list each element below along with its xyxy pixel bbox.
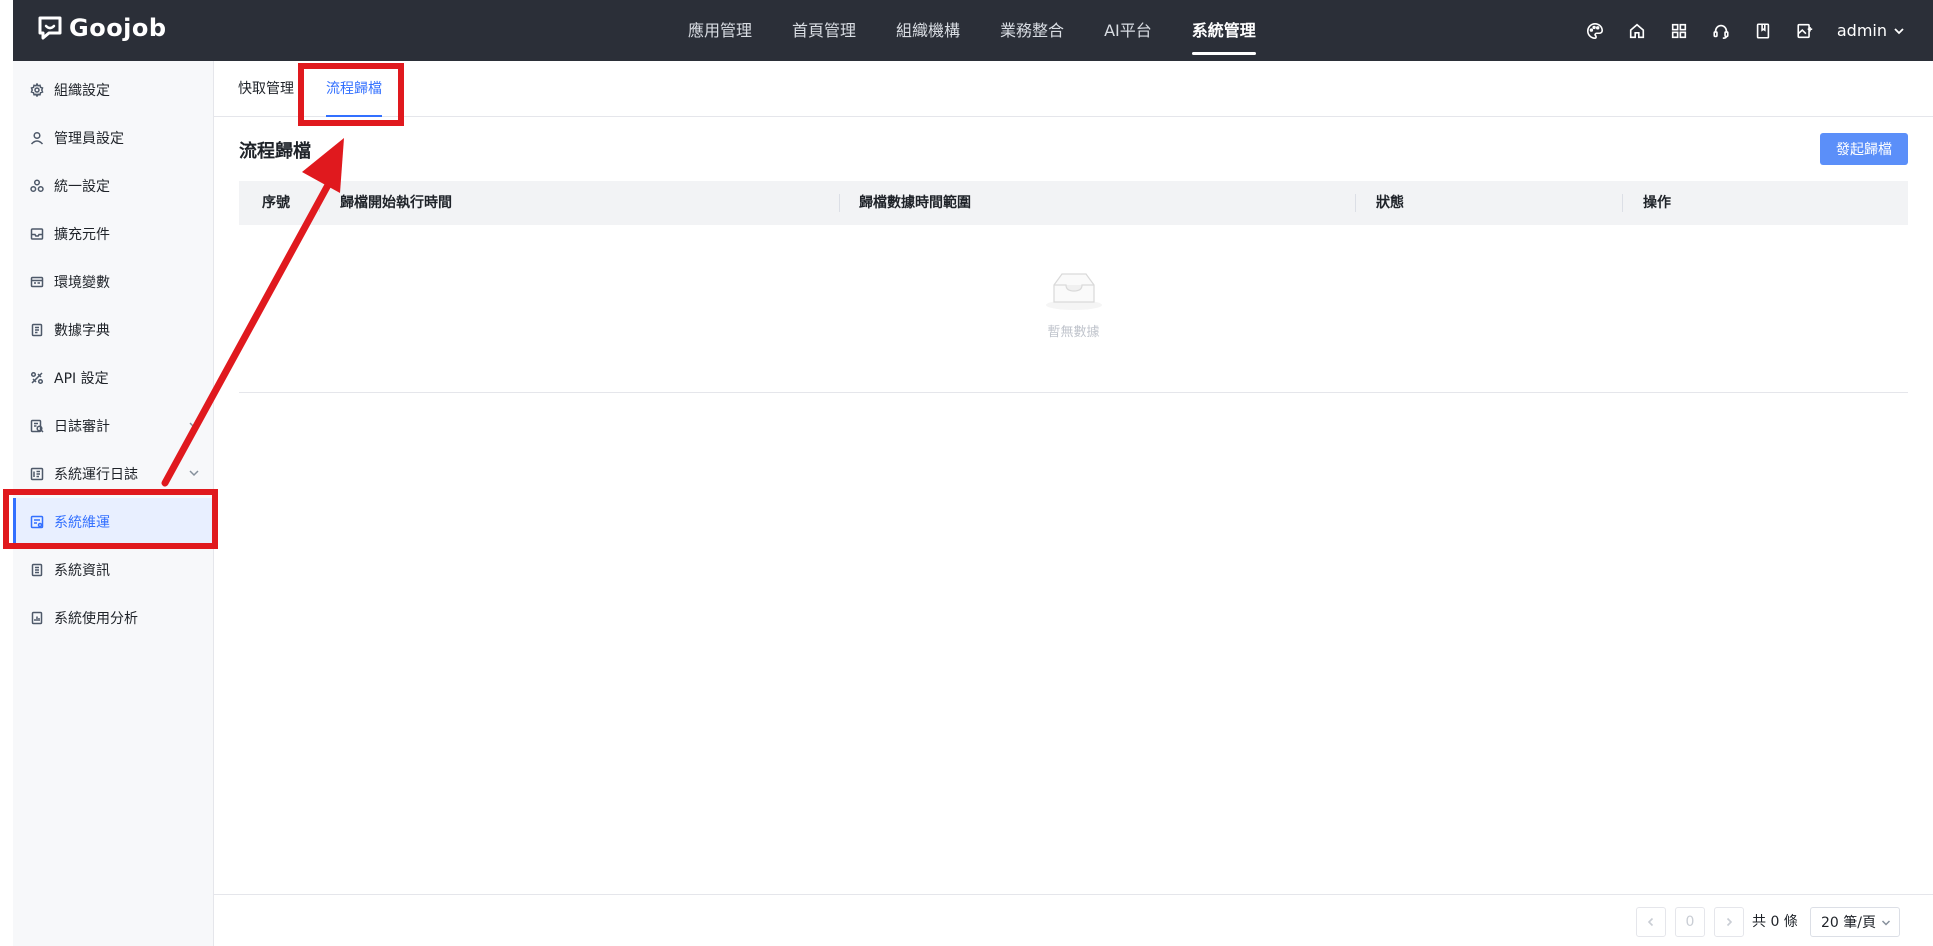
archive-table: 序號 歸檔開始執行時間 歸檔數據時間範圍 狀態 操作 暫無數據 <box>239 181 1908 393</box>
page-number-input[interactable]: 0 <box>1675 907 1705 937</box>
book-icon[interactable] <box>1753 21 1773 41</box>
empty-state: 暫無數據 <box>239 269 1908 340</box>
inbox-icon <box>29 226 45 242</box>
top-bar: Goojob 應用管理 首頁管理 組織機構 業務整合 AI平台 系統管理 adm… <box>13 0 1933 61</box>
start-archive-button[interactable]: 發起歸檔 <box>1820 133 1908 165</box>
sidebar-item-label: 系統資訊 <box>54 563 110 579</box>
sidebar-item-usage-analysis[interactable]: 系統使用分析 <box>13 594 214 642</box>
logo[interactable]: Goojob <box>37 14 167 42</box>
next-page-button[interactable] <box>1714 907 1744 937</box>
api-icon <box>29 370 45 386</box>
topnav-item-homepage[interactable]: 首頁管理 <box>772 0 876 61</box>
cluster-icon <box>29 178 45 194</box>
sidebar-item-label: 系統使用分析 <box>54 611 138 627</box>
sidebar-item-env-variables[interactable]: 環境變數 <box>13 258 214 306</box>
sidebar-item-org-settings[interactable]: 組織設定 <box>13 66 214 114</box>
sidebar-item-system-info[interactable]: 系統資訊 <box>13 546 214 594</box>
user-icon <box>29 130 45 146</box>
chevron-left-icon <box>1647 917 1654 927</box>
sidebar-item-label: 統一設定 <box>54 179 110 195</box>
sidebar-item-label: 擴充元件 <box>54 227 110 243</box>
highlight-box-sidebar <box>3 489 218 549</box>
sidebar-item-log-audit[interactable]: 日誌審計 <box>13 402 214 450</box>
top-nav: 應用管理 首頁管理 組織機構 業務整合 AI平台 系統管理 <box>668 0 1276 61</box>
chevron-down-icon <box>188 467 200 479</box>
column-divider <box>1355 194 1356 212</box>
apps-grid-icon[interactable] <box>1669 21 1689 41</box>
sidebar-item-api-settings[interactable]: API 設定 <box>13 354 214 402</box>
topnav-item-integration[interactable]: 業務整合 <box>980 0 1084 61</box>
palette-icon[interactable] <box>1585 21 1605 41</box>
column-header-data-range[interactable]: 歸檔數據時間範圍 <box>859 181 971 225</box>
tab-cache-management[interactable]: 快取管理 <box>238 61 294 117</box>
sidebar-item-admin-settings[interactable]: 管理員設定 <box>13 114 214 162</box>
topnav-item-ai-platform[interactable]: AI平台 <box>1084 0 1172 61</box>
sidebar-item-extensions[interactable]: 擴充元件 <box>13 210 214 258</box>
chevron-down-icon <box>1894 27 1904 34</box>
empty-text: 暫無數據 <box>1047 325 1100 340</box>
sidebar-item-label: 日誌審計 <box>54 419 110 435</box>
sidebar-item-unified-settings[interactable]: 統一設定 <box>13 162 214 210</box>
dictionary-icon <box>29 322 45 338</box>
highlight-box-tab <box>298 63 404 126</box>
page-title: 流程歸檔 <box>239 141 311 162</box>
sidebar-item-data-dictionary[interactable]: 數據字典 <box>13 306 214 354</box>
prev-page-button[interactable] <box>1636 907 1666 937</box>
tab-bar: 快取管理 流程歸檔 <box>214 61 1933 117</box>
chevron-down-icon <box>1881 920 1891 926</box>
pagination: 0 共 0 條 20 筆/頁 <box>214 894 1933 946</box>
sidebar-item-label: API 設定 <box>54 371 109 387</box>
sidebar-item-label: 數據字典 <box>54 323 110 339</box>
topnav-item-apps[interactable]: 應用管理 <box>668 0 772 61</box>
column-divider <box>319 194 320 212</box>
page-size-value: 20 筆/頁 <box>1821 915 1876 931</box>
header-toolbar: admin <box>1585 0 1905 61</box>
env-icon <box>29 274 45 290</box>
empty-box-icon <box>1045 273 1102 310</box>
column-divider <box>1622 194 1623 212</box>
user-name: admin <box>1836 21 1887 40</box>
log-icon <box>29 466 45 482</box>
column-divider <box>839 194 840 212</box>
column-header-index[interactable]: 序號 <box>262 181 290 225</box>
logo-text: Goojob <box>69 14 167 42</box>
pagination-total: 共 0 條 <box>1752 914 1798 930</box>
sidebar-item-label: 環境變數 <box>54 275 110 291</box>
sidebar-item-label: 管理員設定 <box>54 131 124 147</box>
column-header-actions[interactable]: 操作 <box>1643 181 1671 225</box>
headset-icon[interactable] <box>1711 21 1731 41</box>
sidebar-item-label: 系統運行日誌 <box>54 467 138 483</box>
chevron-down-icon <box>188 419 200 431</box>
app-window: Goojob 應用管理 首頁管理 組織機構 業務整合 AI平台 系統管理 adm… <box>13 0 1933 946</box>
analysis-icon <box>29 610 45 626</box>
logo-icon <box>38 16 62 40</box>
sidebar-item-label: 組織設定 <box>54 83 110 99</box>
column-header-status[interactable]: 狀態 <box>1376 181 1404 225</box>
topnav-item-organization[interactable]: 組織機構 <box>876 0 980 61</box>
topnav-item-system[interactable]: 系統管理 <box>1172 0 1276 61</box>
info-doc-icon <box>29 562 45 578</box>
chevron-right-icon <box>1726 917 1733 927</box>
gear-icon <box>29 82 45 98</box>
home-icon[interactable] <box>1627 21 1647 41</box>
column-header-start-time[interactable]: 歸檔開始執行時間 <box>340 181 452 225</box>
main-content: 快取管理 流程歸檔 流程歸檔 發起歸檔 序號 歸檔開始執行時間 歸檔數據時間範圍… <box>214 61 1933 946</box>
audit-icon <box>29 418 45 434</box>
image-edit-icon[interactable] <box>1795 21 1815 41</box>
page-size-select[interactable]: 20 筆/頁 <box>1810 907 1900 937</box>
user-menu[interactable]: admin <box>1837 21 1905 40</box>
table-header: 序號 歸檔開始執行時間 歸檔數據時間範圍 狀態 操作 <box>239 181 1908 225</box>
table-body: 暫無數據 <box>239 225 1908 393</box>
